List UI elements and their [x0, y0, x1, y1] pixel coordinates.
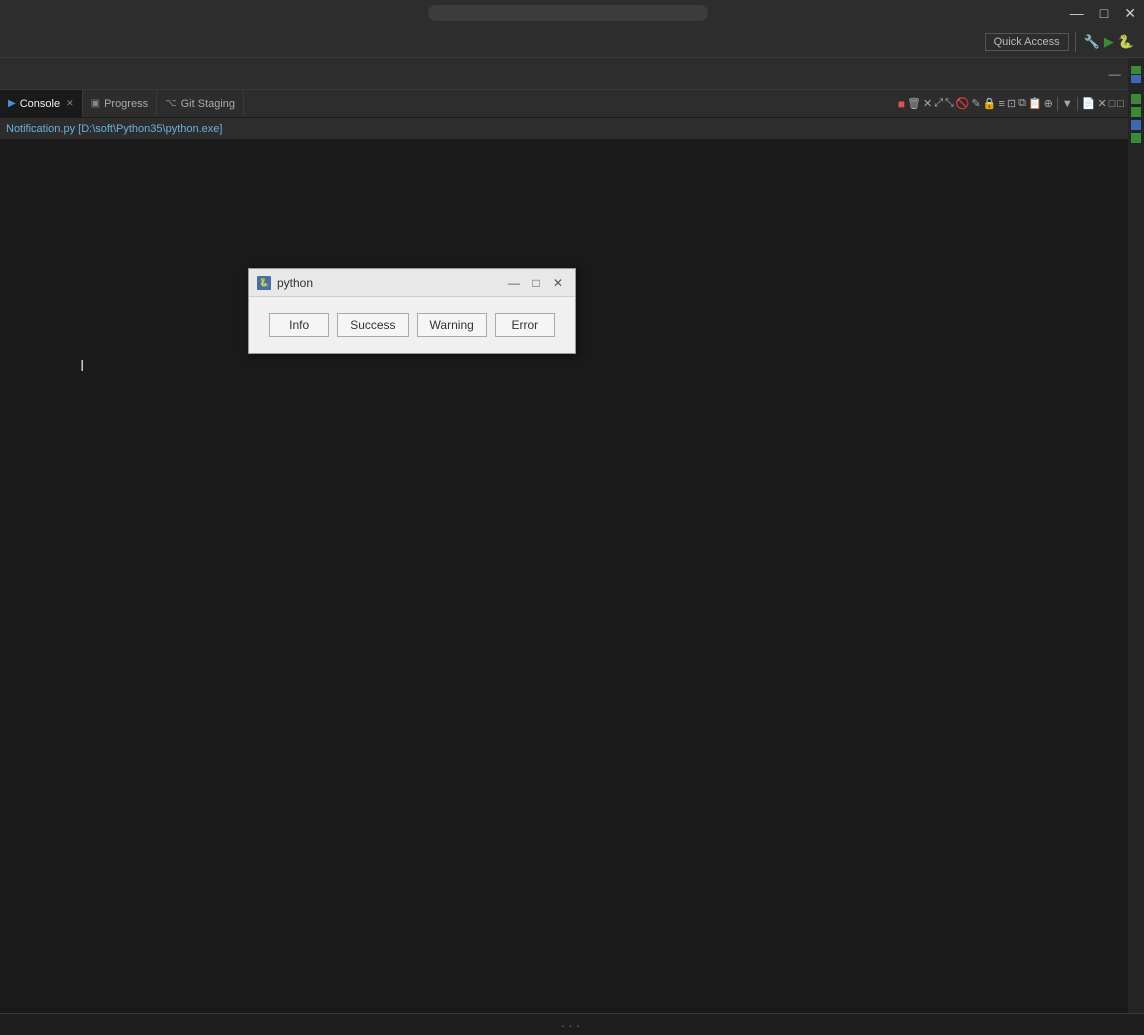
side-panel-icon-1	[1131, 94, 1141, 104]
success-button[interactable]: Success	[337, 313, 408, 337]
stop-icon[interactable]: ■	[898, 97, 905, 111]
path-text: Notification.py [D:\soft\Python35\python…	[6, 123, 222, 135]
right-panel-icon-green	[1131, 66, 1141, 74]
git-staging-tab-label: Git Staging	[181, 98, 235, 110]
terminate-icon[interactable]: ✕	[923, 97, 932, 110]
close-button[interactable]: ✕	[1124, 6, 1136, 20]
new-icon[interactable]: 📄	[1082, 97, 1096, 110]
toolbar-icon-3[interactable]: 🐍	[1118, 34, 1134, 50]
dialog-close-btn[interactable]: ✕	[549, 274, 567, 292]
wrap-icon[interactable]: ≡	[998, 98, 1004, 110]
shrink-icon[interactable]: ⤡	[945, 97, 954, 110]
path-bar: Notification.py [D:\soft\Python35\python…	[0, 118, 1128, 140]
dialog-minimize-btn[interactable]: —	[505, 274, 523, 292]
clear-console-icon[interactable]: 🗑	[907, 97, 921, 110]
side-panel-icon-4	[1131, 133, 1141, 143]
pin-icon[interactable]: □	[1117, 98, 1124, 110]
tab-console[interactable]: ▶ Console ✕	[0, 90, 83, 117]
tab-progress[interactable]: ▣ Progress	[83, 90, 157, 117]
toolbar-icon-1[interactable]: 🔧	[1084, 34, 1100, 50]
warning-button[interactable]: Warning	[417, 313, 487, 337]
progress-icon: ▣	[91, 98, 100, 109]
restore-icon[interactable]: □	[1109, 98, 1116, 110]
status-dots: ···	[561, 1017, 584, 1033]
paste-icon[interactable]: 📋	[1028, 97, 1042, 110]
expand-icon[interactable]: ⤢	[934, 97, 943, 110]
close-console-icon[interactable]: ✕	[1097, 97, 1106, 110]
tab-git-staging[interactable]: ⌥ Git Staging	[157, 90, 244, 117]
python-dialog: 🐍 python — □ ✕ Info Success Warning Erro…	[248, 268, 576, 354]
console-tab-label: Console	[20, 98, 60, 110]
title-input[interactable]	[428, 5, 708, 21]
info-button[interactable]: Info	[269, 313, 329, 337]
edit-icon[interactable]: ✎	[972, 97, 981, 110]
text-cursor: I	[80, 358, 84, 376]
dialog-title-text: python	[277, 276, 499, 290]
maximize-button[interactable]: □	[1100, 6, 1108, 20]
copy-icon[interactable]: ⧉	[1018, 97, 1026, 110]
toolbar-icon-2[interactable]: ▶	[1104, 34, 1114, 50]
dialog-app-icon: 🐍	[257, 276, 271, 290]
lock-icon[interactable]: 🔒	[983, 97, 997, 110]
block-icon[interactable]: 🚫	[956, 97, 970, 110]
side-panel-icon-2	[1131, 107, 1141, 117]
quick-access-button[interactable]: Quick Access	[985, 33, 1069, 51]
dropdown-icon[interactable]: ▼	[1062, 98, 1073, 110]
grid-icon[interactable]: ⊡	[1007, 97, 1016, 110]
minimize-button[interactable]: —	[1070, 6, 1084, 20]
separator-2	[1077, 97, 1078, 111]
error-button[interactable]: Error	[495, 313, 555, 337]
add-icon[interactable]: ⊕	[1044, 97, 1053, 110]
side-panel-icon-3	[1131, 120, 1141, 130]
status-bar: ···	[0, 1013, 1144, 1035]
dialog-body: Info Success Warning Error	[249, 297, 575, 353]
separator-1	[1057, 97, 1058, 111]
console-tab-close[interactable]: ✕	[66, 98, 74, 109]
panel-minimize-btn[interactable]: —	[1105, 67, 1125, 81]
right-panel-icon-blue	[1131, 75, 1141, 83]
dialog-titlebar: 🐍 python — □ ✕	[249, 269, 575, 297]
git-icon: ⌥	[165, 98, 177, 109]
dialog-maximize-btn[interactable]: □	[527, 274, 545, 292]
console-icon: ▶	[8, 98, 16, 109]
progress-tab-label: Progress	[104, 98, 148, 110]
